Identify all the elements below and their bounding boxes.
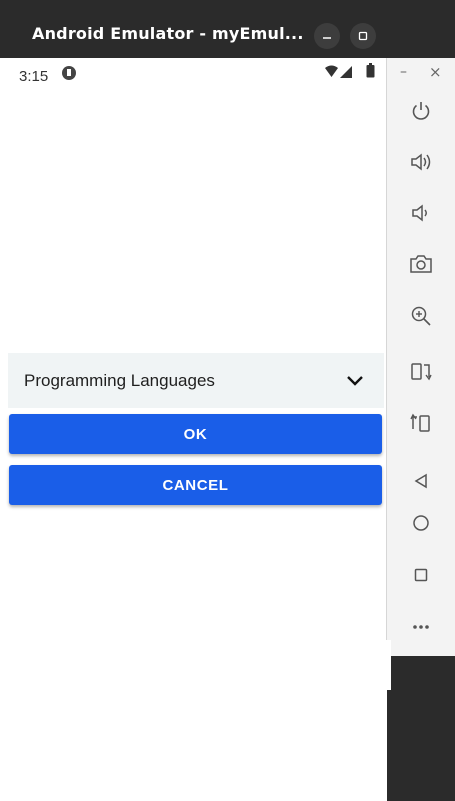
overview-icon	[414, 568, 428, 582]
back-button[interactable]	[402, 462, 440, 500]
more-button[interactable]	[402, 608, 440, 646]
window-maximize-button[interactable]	[350, 23, 376, 49]
power-icon	[412, 102, 430, 120]
wifi-icon	[325, 65, 338, 77]
toolbar-curve	[361, 640, 391, 690]
toolbar-close-button[interactable]: ×	[429, 63, 442, 81]
back-icon	[414, 473, 427, 489]
more-icon	[413, 625, 429, 629]
volume-up-icon	[411, 153, 431, 171]
spinner-selected-value: Programming Languages	[24, 370, 215, 390]
battery-icon	[366, 63, 375, 78]
zoom-button[interactable]	[402, 297, 440, 335]
rotate-left-icon	[411, 363, 432, 381]
maximize-icon	[358, 31, 368, 41]
home-button[interactable]	[402, 504, 440, 542]
window-title: Android Emulator - myEmul...	[32, 24, 304, 43]
rotate-right-button[interactable]	[402, 405, 440, 443]
minimize-icon	[323, 37, 331, 39]
toolbar-minimize-button[interactable]: –	[400, 64, 407, 80]
volume-up-button[interactable]	[402, 143, 440, 181]
home-icon	[413, 515, 429, 531]
volume-down-icon	[412, 204, 427, 222]
rotate-right-icon	[410, 413, 430, 432]
window-minimize-button[interactable]	[314, 23, 340, 49]
cancel-button[interactable]: CANCEL	[9, 465, 382, 505]
camera-icon	[410, 255, 432, 273]
rotate-left-button[interactable]	[402, 353, 440, 391]
zoom-icon	[411, 306, 431, 326]
volume-down-button[interactable]	[402, 194, 440, 232]
programming-languages-spinner[interactable]: Programming Languages	[8, 353, 384, 408]
screenshot-button[interactable]	[402, 245, 440, 283]
ok-button[interactable]: OK	[9, 414, 382, 454]
overview-button[interactable]	[402, 556, 440, 594]
signal-icon	[340, 66, 352, 78]
status-time: 3:15	[19, 68, 49, 85]
power-button[interactable]	[402, 92, 440, 130]
chevron-down-icon	[347, 375, 363, 386]
notification-icon	[62, 66, 76, 80]
